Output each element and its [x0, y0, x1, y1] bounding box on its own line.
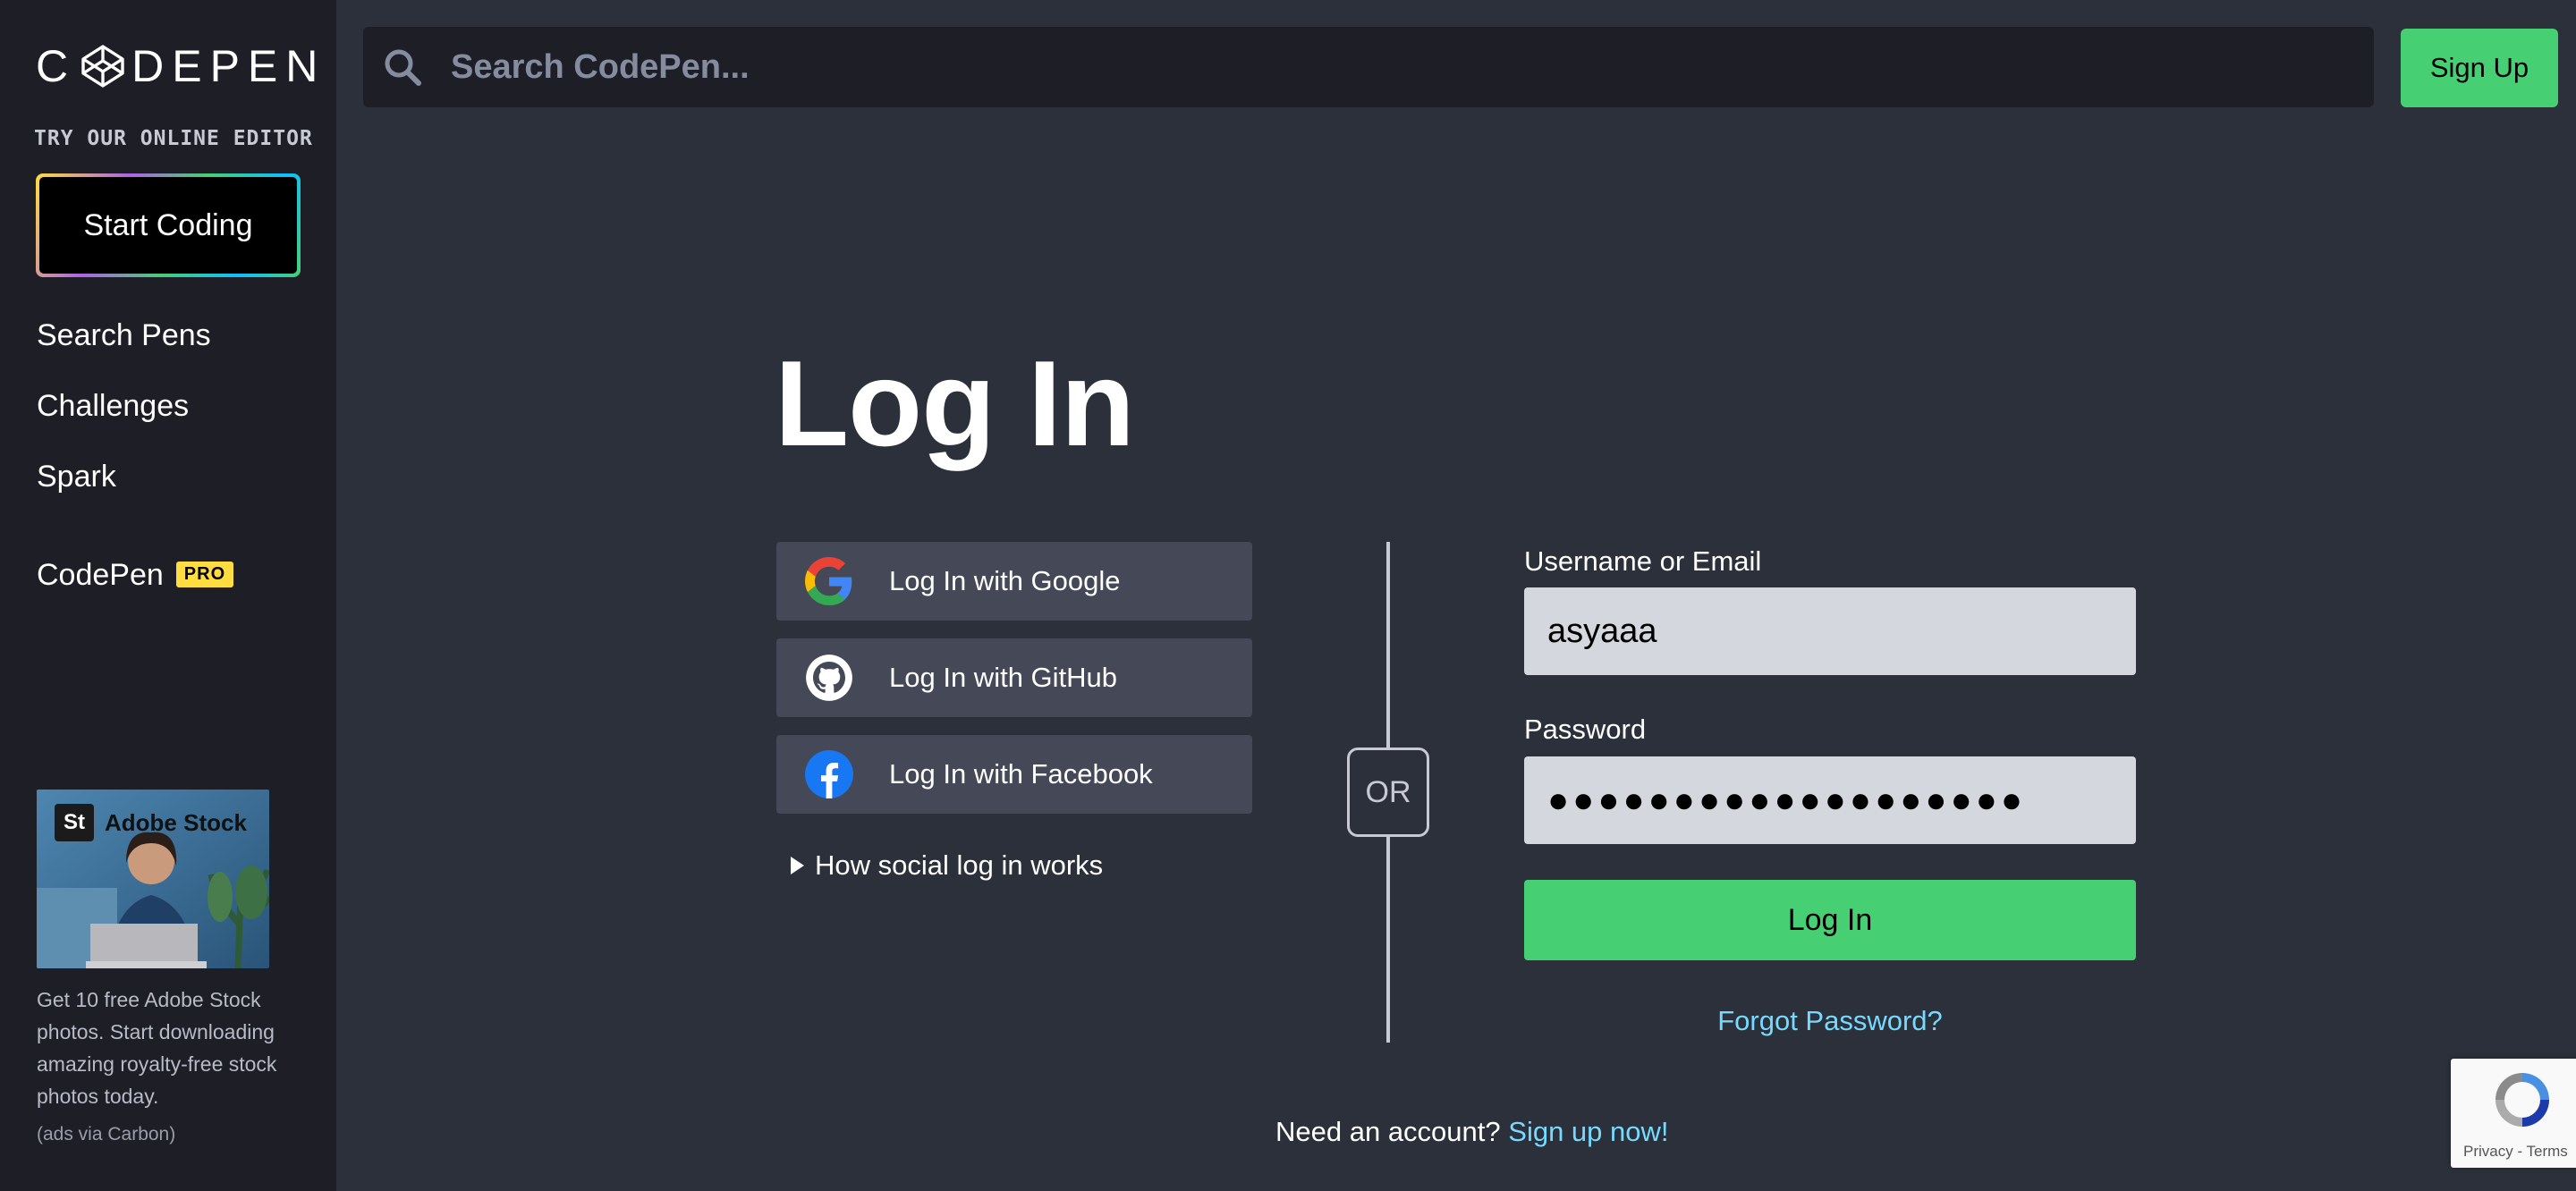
- divider-line-top: [1386, 542, 1390, 748]
- start-coding-label: Start Coding: [39, 177, 297, 274]
- logo-letters-rest: DEPEN: [131, 41, 326, 91]
- page-title: Log In: [775, 335, 1135, 471]
- log-in-button[interactable]: Log In: [1524, 880, 2136, 960]
- facebook-icon: [805, 750, 853, 798]
- google-login-label: Log In with Google: [889, 565, 1121, 596]
- password-field[interactable]: [1524, 756, 2136, 844]
- sidebar-item-spark[interactable]: Spark: [37, 460, 116, 494]
- logo-letter-c: C: [36, 41, 77, 91]
- ad-image[interactable]: St Adobe Stock: [37, 790, 269, 968]
- codepen-pro-label: CodePen: [37, 558, 164, 592]
- sidebar-item-challenges[interactable]: Challenges: [37, 389, 189, 424]
- password-label: Password: [1524, 714, 1647, 745]
- adobe-stock-logo-icon: St: [55, 804, 94, 841]
- google-login-button[interactable]: Log In with Google: [776, 542, 1252, 621]
- sign-up-now-link[interactable]: Sign up now!: [1508, 1116, 1668, 1147]
- codepen-cube-icon: [81, 45, 124, 88]
- github-icon: [805, 654, 853, 702]
- ads-via-carbon-link[interactable]: (ads via Carbon): [37, 1124, 175, 1145]
- sidebar-item-search-pens[interactable]: Search Pens: [37, 318, 211, 353]
- sign-up-button[interactable]: Sign Up: [2401, 29, 2558, 107]
- facebook-login-button[interactable]: Log In with Facebook: [776, 735, 1252, 814]
- adobe-stock-brand: St Adobe Stock: [55, 804, 247, 841]
- facebook-login-label: Log In with Facebook: [889, 758, 1153, 790]
- github-login-label: Log In with GitHub: [889, 662, 1118, 693]
- pro-badge: PRO: [175, 562, 234, 587]
- recaptcha-links[interactable]: Privacy - Terms: [2463, 1143, 2568, 1161]
- recaptcha-icon: [2496, 1073, 2549, 1127]
- google-icon: [805, 557, 853, 605]
- github-login-button[interactable]: Log In with GitHub: [776, 638, 1252, 717]
- or-divider: OR: [1347, 748, 1429, 837]
- username-label: Username or Email: [1524, 545, 1762, 577]
- username-field[interactable]: [1524, 587, 2136, 675]
- divider-line-bottom: [1386, 837, 1390, 1043]
- forgot-password-link[interactable]: Forgot Password?: [1524, 1005, 2136, 1037]
- disclosure-triangle-icon: [791, 857, 804, 874]
- search-input[interactable]: [449, 27, 2374, 107]
- start-coding-button[interactable]: Start Coding: [36, 173, 301, 277]
- how-social-login-toggle[interactable]: How social log in works: [791, 849, 1103, 882]
- recaptcha-badge[interactable]: Privacy - Terms: [2451, 1059, 2576, 1168]
- adobe-stock-name: Adobe Stock: [105, 808, 247, 836]
- ad-text[interactable]: Get 10 free Adobe Stock photos. Start do…: [37, 984, 305, 1112]
- search-bar: [363, 27, 2374, 107]
- try-editor-label: TRY OUR ONLINE EDITOR: [34, 127, 313, 150]
- search-icon: [385, 49, 421, 86]
- codepen-logo[interactable]: C DEPEN: [36, 41, 326, 91]
- how-social-label: How social log in works: [815, 849, 1104, 881]
- sidebar: C DEPEN TRY OUR ONLINE EDITOR Start Codi…: [0, 0, 336, 1191]
- sidebar-item-codepen-pro[interactable]: CodePen PRO: [37, 558, 234, 593]
- need-account-text: Need an account?: [1275, 1116, 1501, 1147]
- need-account-row: Need an account? Sign up now!: [1275, 1116, 1669, 1148]
